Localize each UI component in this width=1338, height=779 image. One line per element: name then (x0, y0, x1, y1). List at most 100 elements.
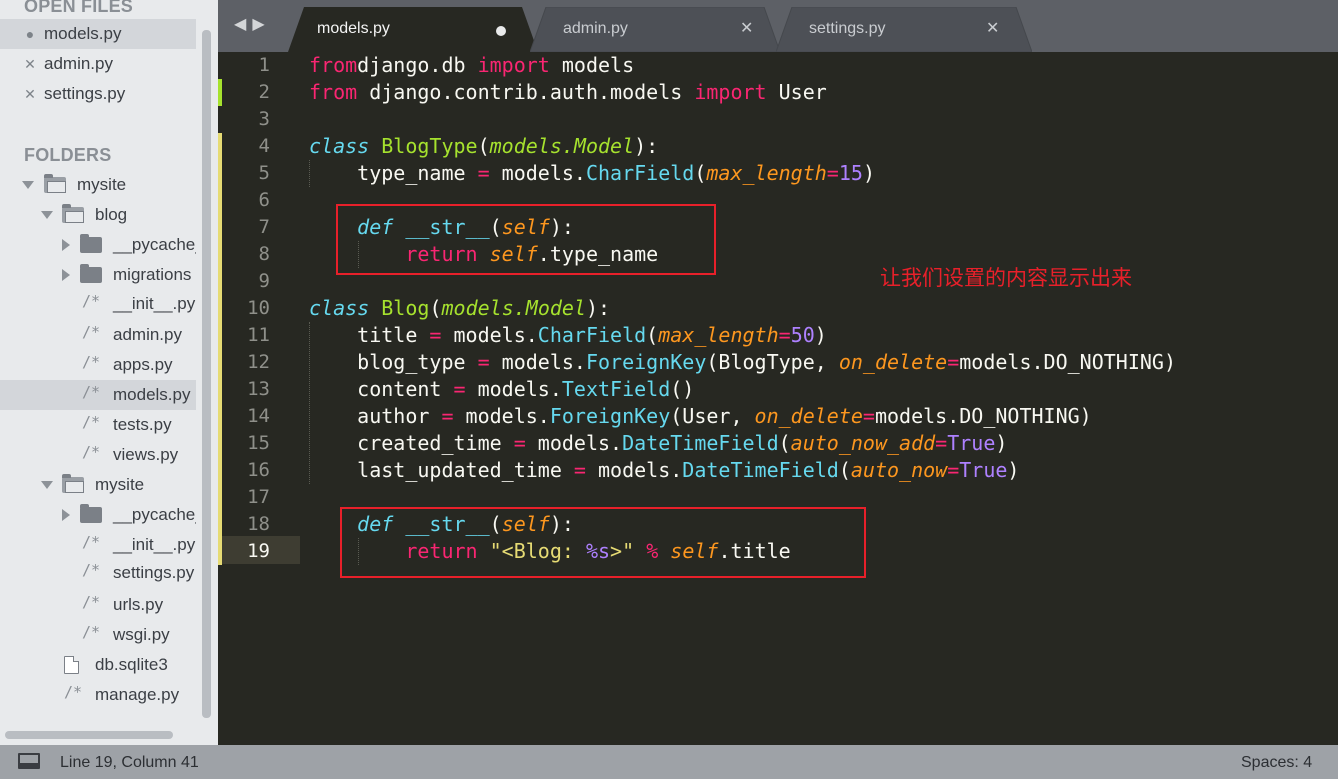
code-token: Blog (381, 296, 430, 320)
code-token: ( (429, 296, 442, 320)
folders-header: FOLDERS (24, 145, 112, 165)
line-number: 13 (247, 378, 270, 400)
code-token: = (573, 458, 586, 482)
code-file-icon: /* (82, 593, 101, 611)
file-models[interactable]: /* models.py (0, 380, 196, 410)
tab-models[interactable]: models.py (288, 7, 538, 52)
chevron-left-icon[interactable]: ◀ (234, 16, 252, 33)
code-line: from django.contrib.auth.models import U… (309, 79, 827, 106)
folder-migrations[interactable]: migrations (0, 260, 196, 290)
line-number: 4 (258, 135, 270, 157)
chevron-right-icon[interactable] (62, 269, 70, 281)
status-bar: Line 19, Column 41 Spaces: 4 (0, 745, 1338, 779)
tab-settings[interactable]: settings.py ✕ (776, 7, 1032, 52)
tab-label: settings.py (809, 20, 886, 37)
tab-label: admin.py (563, 20, 628, 37)
tree-label: __pycache_ (113, 235, 196, 254)
code-token: ForeignKey (585, 350, 707, 374)
code-token: on_delete (754, 404, 863, 428)
open-file-label: models.py (44, 24, 122, 43)
code-token: django.db (357, 53, 478, 77)
code-token: import (477, 53, 550, 77)
folder-mysite-inner[interactable]: mysite (0, 470, 196, 500)
file-settings[interactable]: /* settings.py (0, 558, 196, 588)
line-number: 6 (258, 189, 270, 211)
code-token: = (513, 431, 526, 455)
code-file-icon: /* (82, 413, 101, 431)
file-tests[interactable]: /* tests.py (0, 410, 196, 440)
chevron-down-icon[interactable] (22, 181, 34, 189)
close-icon[interactable]: ✕ (22, 49, 38, 79)
code-token: = (947, 350, 960, 374)
chevron-right-icon[interactable] (62, 509, 70, 521)
tree-label: tests.py (113, 415, 172, 434)
open-file-models[interactable]: ● models.py (0, 19, 196, 49)
tree-label: __init__.py (113, 535, 196, 554)
open-files-header: OPEN FILES (24, 0, 134, 16)
folder-blog[interactable]: blog (0, 200, 196, 230)
indentation-setting[interactable]: Spaces: 4 (1241, 754, 1312, 772)
close-icon[interactable]: ✕ (22, 79, 38, 109)
code-token: DateTimeField (682, 458, 839, 482)
code-token: = (477, 350, 490, 374)
file-urls[interactable]: /* urls.py (0, 590, 196, 620)
open-file-settings[interactable]: ✕ settings.py (0, 79, 196, 109)
tree-label: settings.py (113, 563, 195, 582)
code-token: = (453, 377, 466, 401)
chevron-right-icon[interactable]: ▶ (252, 16, 270, 33)
sidebar-horizontal-scrollbar[interactable] (5, 731, 173, 739)
sidebar: OPEN FILES ● models.py ✕ admin.py ✕ sett… (0, 0, 218, 745)
code-token: content (309, 377, 454, 401)
code-token: ): (634, 134, 659, 158)
folder-icon (80, 264, 102, 283)
line-number-gutter: 1 2 3 4 5 6 7 8 9 10 11 12 13 14 15 16 17 18 19 (218, 52, 300, 745)
folder-mysite[interactable]: mysite (0, 170, 196, 200)
annotation-box (336, 204, 716, 275)
tree-label: __init__.py (113, 294, 196, 313)
code-line: class BlogType(models.Model): (309, 133, 658, 160)
file-admin[interactable]: /* admin.py (0, 320, 196, 350)
folder-icon (80, 234, 102, 253)
tree-label: admin.py (113, 325, 182, 344)
open-file-admin[interactable]: ✕ admin.py (0, 49, 196, 79)
file-manage[interactable]: /* manage.py (0, 680, 196, 710)
tab-admin[interactable]: admin.py ✕ (530, 7, 780, 52)
code-editor[interactable]: 1 2 3 4 5 6 7 8 9 10 11 12 13 14 15 16 17 18 19 fromdjango… (218, 52, 1338, 745)
folder-pycache[interactable]: __pycache_ (0, 230, 196, 260)
file-wsgi[interactable]: /* wsgi.py (0, 620, 196, 650)
modified-dot-icon[interactable] (496, 26, 506, 36)
code-token: CharField (585, 161, 695, 185)
chevron-down-icon[interactable] (41, 211, 53, 219)
code-token: models. (453, 404, 550, 428)
file-db-sqlite[interactable]: db.sqlite3 (0, 650, 196, 680)
code-token: blog_type (309, 350, 478, 374)
file-apps[interactable]: /* apps.py (0, 350, 196, 380)
file-init[interactable]: /* __init__.py (0, 530, 196, 560)
code-line: created_time = models.DateTimeField(auto… (309, 430, 1007, 457)
folder-pycache[interactable]: __pycache_ (0, 500, 196, 530)
code-token: class (309, 296, 370, 320)
close-icon[interactable]: ✕ (986, 18, 999, 38)
chevron-down-icon[interactable] (41, 481, 53, 489)
folder-open-icon (62, 204, 84, 223)
chevron-right-icon[interactable] (62, 239, 70, 251)
line-number: 17 (247, 486, 270, 508)
sidebar-vertical-scrollbar[interactable] (202, 30, 211, 718)
tree-label: wsgi.py (113, 625, 170, 644)
code-line: title = models.CharField(max_length=50) (309, 322, 827, 349)
file-views[interactable]: /* views.py (0, 440, 196, 470)
line-number: 11 (247, 324, 270, 346)
code-file-icon: /* (82, 353, 101, 371)
close-icon[interactable]: ✕ (740, 18, 753, 38)
code-token: True (947, 431, 996, 455)
code-token: models. (465, 377, 562, 401)
tree-label: blog (95, 205, 128, 224)
code-token: 15 (838, 161, 863, 185)
panel-toggle-icon[interactable] (18, 753, 40, 769)
file-init[interactable]: /* __init__.py (0, 289, 196, 319)
code-file-icon: /* (82, 443, 101, 461)
code-file-icon: /* (82, 533, 101, 551)
code-token: User (766, 80, 827, 104)
code-token: = (429, 323, 442, 347)
